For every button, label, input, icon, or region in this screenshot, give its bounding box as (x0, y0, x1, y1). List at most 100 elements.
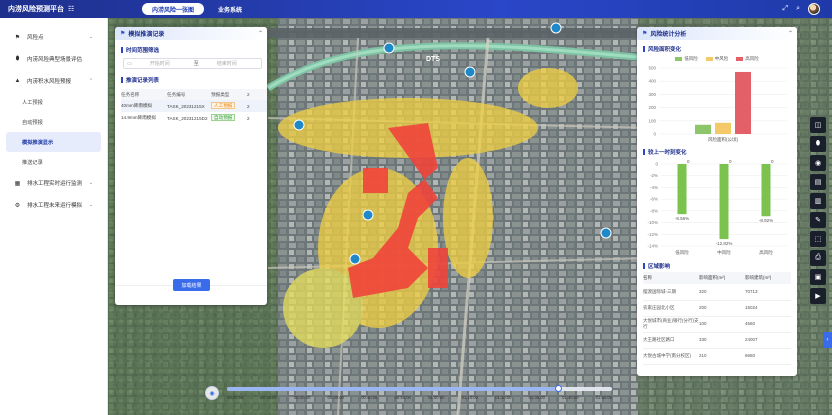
top-label: 0 (687, 159, 690, 164)
area-change-title: 风险面积变化 (637, 43, 797, 55)
grid-icon: ▦ (14, 180, 21, 187)
menu-toggle-icon[interactable]: ☷ (68, 5, 74, 13)
status-badge: 人工预报 (211, 102, 236, 109)
sidebar: ⚑ 风险点 ⌄ ⬮ 内涝风险典型场景评估 ▲ 内涝积水风险预报 ⌃ 人工预报 自… (0, 18, 108, 415)
timeline-player: ◉ 00:00:00 00:10:00 00:20:00 00:30:00 00:40:… (205, 384, 625, 406)
timeline-tick: 01:30:00 (528, 395, 545, 400)
top-label: 0 (771, 159, 774, 164)
fullscreen-icon[interactable]: ⤢ (782, 5, 788, 13)
collapse-icon[interactable]: ⌃ (258, 30, 263, 37)
timeline-tick: 00:50:00 (394, 395, 411, 400)
y-tick-label: -8% (650, 208, 658, 213)
change-title: 较上一时刻变化 (637, 146, 797, 158)
map-icon[interactable]: ▣ (810, 269, 826, 285)
app-brand: 内涝风险预测平台 ☷ (0, 4, 110, 14)
table-row[interactable]: 40mm降雨模拟 TASK_20231215X 人工预报 2 (121, 100, 267, 112)
collapse-icon[interactable]: ⌃ (788, 30, 793, 37)
table-row[interactable]: 农家庄园北小区 200 15024 (643, 300, 791, 317)
y-tick-label: -2% (650, 173, 658, 178)
bar-高风险 (735, 71, 751, 134)
flag-icon: ⚑ (642, 31, 648, 37)
time-filter-title: 时间范围筛选 (115, 44, 267, 56)
timeline-tick: 00:00:00 (227, 395, 244, 400)
table-row[interactable]: 大王路社区路口 330 24007 (643, 332, 791, 349)
x-axis-label: 风险面积(公顷) (708, 136, 738, 143)
draw-icon[interactable]: ⬚ (810, 231, 826, 247)
table-row[interactable]: 14.9mm降雨模拟 TASK_20231215D2 自动预报 2 (121, 112, 267, 124)
sidebar-item-waterlogging-forecast[interactable]: ▲ 内涝积水风险预报 ⌃ (0, 70, 107, 92)
risk-area-bar-chart: 0 100 200 300 400 500 风险面积(公顷) (648, 66, 787, 143)
change-bar-chart: 0 -2% -4% -6% -8% -10% -12% -14% 0 -8.56% 低风险 0 -12.… (647, 159, 787, 256)
table-header: 任务名称 任务编号 预报类型 2 (121, 89, 267, 100)
sidebar-subitem-manual-forecast[interactable]: 人工预报 (0, 92, 107, 112)
simulation-records-panel: ⚑ 模拟推演记录 ⌃ 时间范围筛选 ▭ 开始时间 至 结束时间 推演记录列表 任… (115, 27, 267, 305)
data-label: -8.56% (675, 216, 689, 221)
flag-icon: ⚑ (120, 31, 126, 37)
region-impact-table: 名称 影响面积(m²) 影响建筑(m²) 摆渡国际城-三期 320 70713 农家… (643, 272, 791, 365)
sidebar-item-risk-points[interactable]: ⚑ 风险点 ⌄ (0, 26, 107, 48)
x-tick-label: 高风险 (759, 249, 773, 256)
ruler-icon[interactable]: ▤ (810, 174, 826, 190)
flag-icon: ⚑ (14, 34, 21, 41)
sidebar-item-future-simulation[interactable]: ⚙ 排水工程未来运行模拟 ⌄ (0, 194, 107, 216)
panel-header: ⚑ 模拟推演记录 ⌃ (115, 27, 267, 40)
chart-icon[interactable]: ▥ (810, 193, 826, 209)
print-icon[interactable]: ⎙ (810, 250, 826, 266)
gear-icon: ⚙ (14, 202, 21, 209)
sidebar-item-realtime-monitoring[interactable]: ▦ 排水工程实时运行监测 ⌄ (0, 172, 107, 194)
search-icon[interactable]: ⌕ (796, 5, 800, 13)
y-tick-label: 400 (648, 79, 656, 84)
y-tick-label: 200 (648, 105, 656, 110)
bar-中风险 (719, 164, 729, 240)
pin-icon[interactable]: ⬮ (810, 136, 826, 152)
timeline-progress (227, 387, 559, 391)
calendar-icon: ▭ (127, 60, 132, 67)
eye-icon[interactable]: ◉ (810, 155, 826, 171)
y-tick-label: 300 (648, 92, 656, 97)
date-range-picker[interactable]: ▭ 开始时间 至 结束时间 (123, 58, 262, 69)
y-tick-label: 0 (653, 132, 656, 137)
panel-header: ⚑ 风险统计分析 ⌃ (637, 27, 797, 40)
sidebar-subitem-auto-forecast[interactable]: 自动预报 (0, 112, 107, 132)
timeline-tick: 01:10:00 (461, 395, 478, 400)
region-impact-title: 区域影响 (637, 260, 797, 272)
expand-panel-icon[interactable]: ‹ (823, 332, 832, 348)
table-header: 名称 影响面积(m²) 影响建筑(m²) (643, 272, 791, 284)
date-separator: 至 (193, 61, 199, 67)
y-tick-label: -12% (647, 232, 658, 237)
timeline-thumb[interactable] (554, 385, 562, 392)
layers-icon[interactable]: ◫ (810, 117, 826, 133)
measure-icon[interactable]: ✎ (810, 212, 826, 228)
table-row[interactable]: 大悦古城中学(南分校区) 210 6680 (643, 348, 791, 365)
x-tick-label: 低风险 (675, 249, 689, 256)
load-results-button[interactable]: 加载结果 (173, 279, 210, 291)
table-row[interactable]: 摆渡国际城-三期 320 70713 (643, 284, 791, 301)
chevron-down-icon: ⌄ (88, 34, 93, 40)
warning-triangle-icon: ▲ (14, 78, 21, 84)
fullscreen-icon[interactable]: ▶ (810, 288, 826, 304)
end-date-input[interactable]: 结束时间 (217, 60, 237, 67)
bar-低风险 (695, 124, 711, 134)
tab-risk-map[interactable]: 内涝风险一张图 (142, 3, 205, 15)
avatar[interactable] (808, 3, 820, 15)
chevron-down-icon: ⌄ (88, 180, 93, 186)
data-label: -8.92% (759, 218, 773, 223)
location-pin-icon: ⬮ (15, 55, 20, 62)
sidebar-subitem-push-records[interactable]: 推送记录 (0, 152, 107, 172)
sidebar-subitem-simulation-display[interactable]: 模拟推演显示 (6, 132, 101, 152)
timeline-track[interactable] (227, 385, 612, 392)
bar-中风险 (715, 122, 731, 134)
sidebar-item-scenario-eval[interactable]: ⬮ 内涝风险典型场景评估 (0, 48, 107, 70)
top-label: 0 (729, 159, 732, 164)
app-title: 内涝风险预测平台 (8, 6, 64, 13)
start-date-input[interactable]: 开始时间 (150, 60, 170, 67)
map-label-dts: DTS (426, 56, 440, 63)
chevron-up-icon: ⌃ (88, 78, 93, 84)
y-tick-label: -10% (647, 220, 658, 225)
table-row[interactable]: 大悦城市(商业)银行(分行)支行 100 4560 (643, 316, 791, 333)
bar-高风险 (761, 164, 771, 217)
play-icon[interactable]: ◉ (205, 386, 219, 400)
timeline-tick: 00:30:00 (327, 395, 344, 400)
y-tick-label: 100 (648, 118, 656, 123)
tab-business-system[interactable]: 业务系统 (208, 3, 252, 15)
